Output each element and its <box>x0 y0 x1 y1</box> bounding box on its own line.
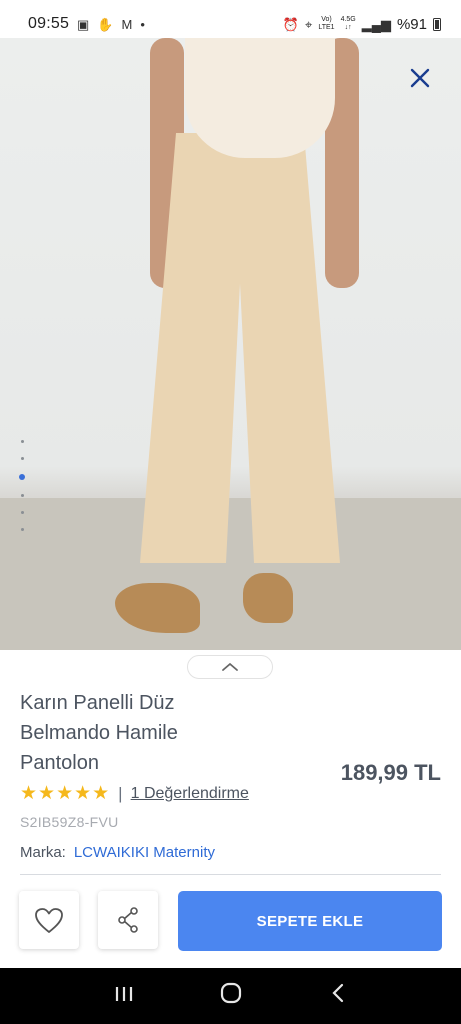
network-indicator: Vo) LTE1 <box>318 16 334 32</box>
image-belly-panel <box>185 38 335 158</box>
brand-link[interactable]: LCWAIKIKI Maternity <box>74 844 215 861</box>
image-shoe-right <box>243 573 293 623</box>
pagination-dot[interactable] <box>20 511 24 514</box>
net-bottom: LTE1 <box>318 24 335 31</box>
brand-row: Marka: LCWAIKIKI Maternity <box>20 844 215 861</box>
location-icon: ⌖ <box>305 16 313 32</box>
battery-percent: %91 <box>396 15 427 33</box>
heart-icon <box>35 907 63 933</box>
chevron-up-icon <box>222 662 238 671</box>
signal-icon: ▂▄▆ <box>361 16 391 32</box>
home-icon[interactable] <box>211 981 251 1011</box>
product-sku: S2IB59Z8-FVU <box>20 814 119 830</box>
back-icon[interactable] <box>318 982 358 1010</box>
net-arrows: ↓↑ <box>344 24 352 31</box>
hand-icon: ✋ <box>97 16 114 32</box>
net-top: Vo) <box>321 16 332 23</box>
close-icon <box>410 68 430 88</box>
product-price: 189,99 TL <box>340 760 441 785</box>
status-right: ⏰ ⌖ Vo) LTE1 4.5G ↓↑ ▂▄▆ %91 <box>283 16 441 33</box>
product-image[interactable] <box>0 38 461 650</box>
brand-label: Marka: <box>20 844 66 861</box>
mail-icon: M <box>121 16 133 32</box>
divider <box>20 874 441 875</box>
system-nav-bar <box>0 968 461 1024</box>
recent-apps-icon[interactable] <box>104 983 144 1009</box>
image-icon: ▣ <box>77 16 90 32</box>
image-pagination-dots <box>18 440 26 531</box>
battery-icon <box>433 17 441 31</box>
rating-separator: | <box>118 783 123 803</box>
product-detail-screen: 09:55 ▣ ✋ M • ⏰ ⌖ Vo) LTE1 4.5G ↓↑ ▂▄▆ %… <box>0 0 461 1024</box>
share-icon <box>118 907 138 933</box>
reviews-link[interactable]: 1 Değerlendirme <box>131 785 249 803</box>
pagination-dot[interactable] <box>20 457 24 460</box>
close-button[interactable] <box>402 60 438 96</box>
rating-stars: ★★★★★ <box>20 783 111 804</box>
net-gen: 4.5G <box>340 16 356 23</box>
status-time: 09:55 <box>28 15 70 32</box>
product-title: Karın Panelli Düz Belmando Hamile Pantol… <box>20 692 178 774</box>
pagination-dot[interactable] <box>20 440 24 443</box>
dot-icon: • <box>140 16 145 32</box>
pagination-dot[interactable] <box>20 528 24 531</box>
alarm-icon: ⏰ <box>282 16 300 32</box>
add-to-cart-button[interactable]: SEPETE EKLE <box>178 891 442 951</box>
status-left: 09:55 ▣ ✋ M • <box>28 15 145 33</box>
network-gen: 4.5G ↓↑ <box>341 16 356 32</box>
favorite-button[interactable] <box>19 891 79 949</box>
pagination-dot-active[interactable] <box>19 474 25 480</box>
share-button[interactable] <box>98 891 158 949</box>
expand-details-handle[interactable] <box>187 655 273 679</box>
rating-row: ★★★★★ | 1 Değerlendirme <box>20 782 249 805</box>
image-floor <box>0 498 461 650</box>
pagination-dot[interactable] <box>20 494 24 497</box>
